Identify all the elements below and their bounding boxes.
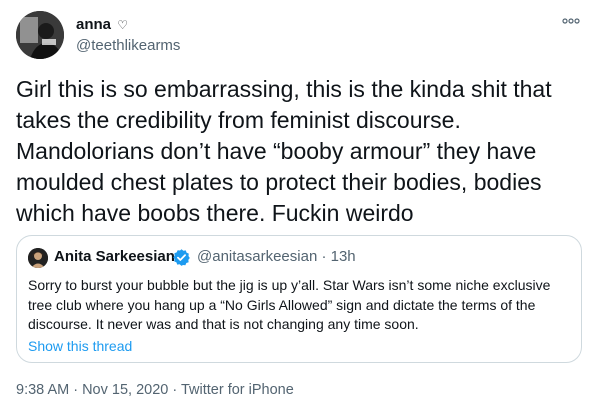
quoted-author-name[interactable]: Anita Sarkeesian: [54, 248, 175, 265]
show-thread-link[interactable]: Show this thread: [28, 338, 132, 354]
author-name-text: anna: [76, 16, 112, 33]
more-options-button[interactable]: [558, 10, 584, 32]
author-handle[interactable]: @teethlikearms: [76, 37, 180, 54]
quoted-author-avatar[interactable]: [28, 248, 48, 268]
tweet-card: anna ♡ @teethlikearms Girl this is so em…: [0, 0, 598, 412]
more-dots-icon: [562, 18, 580, 24]
author-display-name[interactable]: anna ♡: [76, 16, 128, 33]
quoted-tweet[interactable]: Anita Sarkeesian @anitasarkeesian · 13h …: [16, 235, 582, 363]
author-avatar[interactable]: [16, 11, 64, 59]
quoted-tweet-text: Sorry to burst your bubble but the jig i…: [28, 277, 551, 332]
quoted-author-handle-time[interactable]: @anitasarkeesian · 13h: [197, 248, 356, 265]
tweet-text: Girl this is so embarrassing, this is th…: [16, 76, 552, 226]
tweet-metadata[interactable]: 9:38 AM · Nov 15, 2020 · Twitter for iPh…: [16, 382, 294, 398]
heart-icon: ♡: [117, 18, 128, 32]
verified-badge-icon: [173, 249, 190, 266]
